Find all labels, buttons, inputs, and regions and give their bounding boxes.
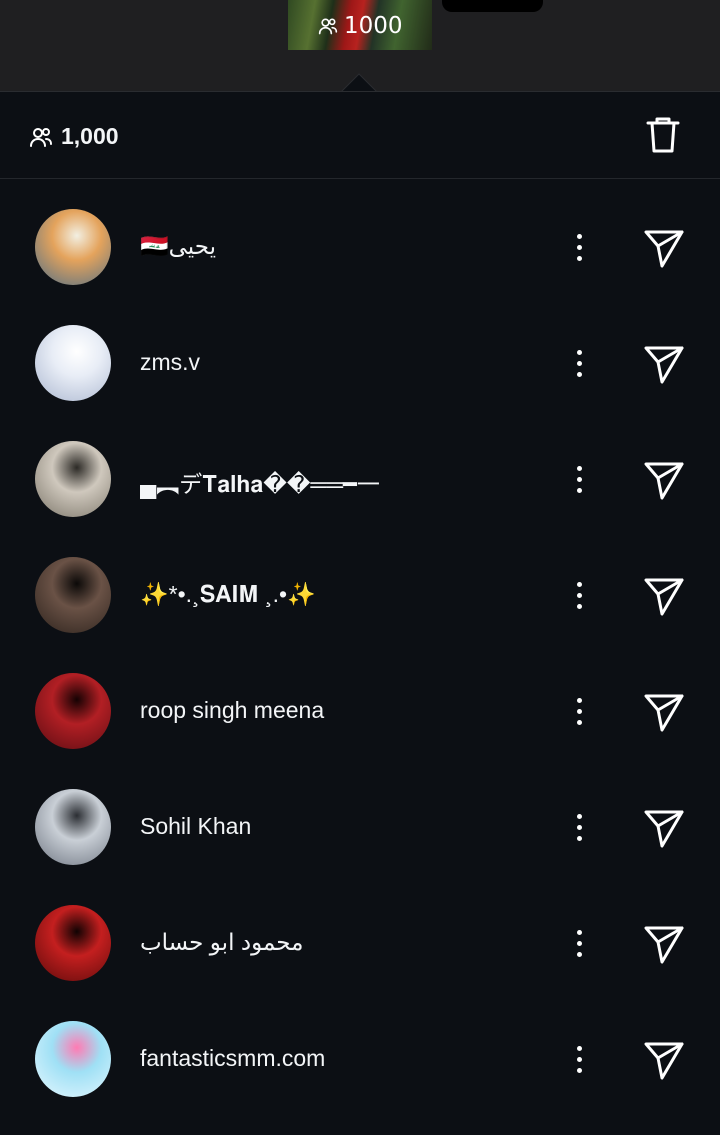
username[interactable]: محمود ابو حساب xyxy=(140,929,303,956)
send-button[interactable] xyxy=(642,806,686,850)
send-button[interactable] xyxy=(642,574,686,618)
thumbnail-viewer-count: 1000 xyxy=(318,13,403,39)
more-vertical-icon-dot xyxy=(576,824,582,830)
viewer-count-text: 1,000 xyxy=(61,123,119,149)
more-vertical-icon-dot xyxy=(576,719,582,725)
viewer-row[interactable]: fantasticsmm.com xyxy=(0,1001,720,1117)
more-vertical-icon-dot xyxy=(576,349,582,355)
username[interactable]: Sohil Khan xyxy=(140,813,251,840)
more-vertical-icon-dot xyxy=(576,360,582,366)
send-icon xyxy=(644,578,684,616)
more-vertical-icon-dot xyxy=(576,1056,582,1062)
more-vertical-icon-dot xyxy=(576,1067,582,1073)
viewer-row[interactable]: roop singh meena xyxy=(0,653,720,769)
more-options-button[interactable] xyxy=(566,575,592,615)
more-vertical-icon-dot xyxy=(576,697,582,703)
send-button[interactable] xyxy=(642,226,686,270)
send-button[interactable] xyxy=(642,342,686,386)
more-options-button[interactable] xyxy=(566,923,592,963)
more-vertical-icon-dot xyxy=(576,487,582,493)
more-vertical-icon-dot xyxy=(576,940,582,946)
send-icon xyxy=(644,1042,684,1080)
caret-indicator xyxy=(341,73,377,92)
avatar[interactable] xyxy=(35,673,111,749)
viewer-row[interactable]: ▄︻デ𝐓𝐚𝐥𝐡𝐚��══━一 xyxy=(0,421,720,537)
username[interactable]: zms.v xyxy=(140,349,200,376)
send-icon xyxy=(644,810,684,848)
username[interactable]: ✨*•.¸𝐒𝐀𝐈𝐌 ¸.•✨ xyxy=(140,581,316,608)
avatar[interactable] xyxy=(35,441,111,517)
viewer-row[interactable]: محمود ابو حساب xyxy=(0,885,720,1001)
avatar[interactable] xyxy=(35,789,111,865)
avatar[interactable] xyxy=(35,1021,111,1097)
more-options-button[interactable] xyxy=(566,459,592,499)
username[interactable]: يحيى🇮🇶 xyxy=(140,233,216,260)
more-vertical-icon-dot xyxy=(576,708,582,714)
more-vertical-icon-dot xyxy=(576,476,582,482)
viewers-panel: 1,000 يحيى🇮🇶 zms.v ▄︻デ𝐓𝐚𝐥𝐡𝐚��══━一 ✨*•.¸𝐒𝐀𝐈𝐌… xyxy=(0,91,720,1135)
more-vertical-icon-dot xyxy=(576,813,582,819)
username[interactable]: ▄︻デ𝐓𝐚𝐥𝐡𝐚��══━一 xyxy=(140,465,380,499)
send-button[interactable] xyxy=(642,690,686,734)
more-options-button[interactable] xyxy=(566,691,592,731)
more-vertical-icon-dot xyxy=(576,951,582,957)
viewer-row[interactable]: ✨*•.¸𝐒𝐀𝐈𝐌 ¸.•✨ xyxy=(0,537,720,653)
send-button[interactable] xyxy=(642,1038,686,1082)
more-vertical-icon-dot xyxy=(576,233,582,239)
avatar[interactable] xyxy=(35,325,111,401)
top-bar: 1000 xyxy=(0,0,720,92)
more-options-button[interactable] xyxy=(566,227,592,267)
avatar[interactable] xyxy=(35,557,111,633)
people-icon xyxy=(30,127,52,147)
more-options-button[interactable] xyxy=(566,1039,592,1079)
send-icon xyxy=(644,346,684,384)
viewer-count: 1,000 xyxy=(29,123,119,150)
avatar[interactable] xyxy=(35,209,111,285)
thumbnail-count-text: 1000 xyxy=(344,13,403,39)
send-icon xyxy=(644,694,684,732)
viewer-row[interactable]: zms.v xyxy=(0,305,720,421)
send-button[interactable] xyxy=(642,458,686,502)
send-icon xyxy=(644,926,684,964)
story-thumbnail[interactable]: 1000 xyxy=(288,0,432,50)
more-vertical-icon-dot xyxy=(576,371,582,377)
more-vertical-icon-dot xyxy=(576,592,582,598)
more-vertical-icon-dot xyxy=(576,581,582,587)
viewer-row[interactable]: يحيى🇮🇶 xyxy=(0,189,720,305)
trash-icon xyxy=(646,117,680,153)
viewer-row[interactable]: Sohil Khan xyxy=(0,769,720,885)
send-icon xyxy=(644,230,684,268)
viewers-summary: 1,000 xyxy=(0,92,720,179)
more-options-button[interactable] xyxy=(566,343,592,383)
more-vertical-icon-dot xyxy=(576,929,582,935)
more-vertical-icon-dot xyxy=(576,603,582,609)
send-icon xyxy=(644,462,684,500)
more-vertical-icon-dot xyxy=(576,255,582,261)
next-thumbnail[interactable] xyxy=(442,0,543,12)
more-vertical-icon-dot xyxy=(576,835,582,841)
more-vertical-icon-dot xyxy=(576,244,582,250)
more-options-button[interactable] xyxy=(566,807,592,847)
username[interactable]: fantasticsmm.com xyxy=(140,1045,325,1072)
username[interactable]: roop singh meena xyxy=(140,697,324,724)
delete-story-button[interactable] xyxy=(644,114,682,156)
more-vertical-icon-dot xyxy=(576,1045,582,1051)
send-button[interactable] xyxy=(642,922,686,966)
people-icon xyxy=(318,18,338,35)
avatar[interactable] xyxy=(35,905,111,981)
more-vertical-icon-dot xyxy=(576,465,582,471)
